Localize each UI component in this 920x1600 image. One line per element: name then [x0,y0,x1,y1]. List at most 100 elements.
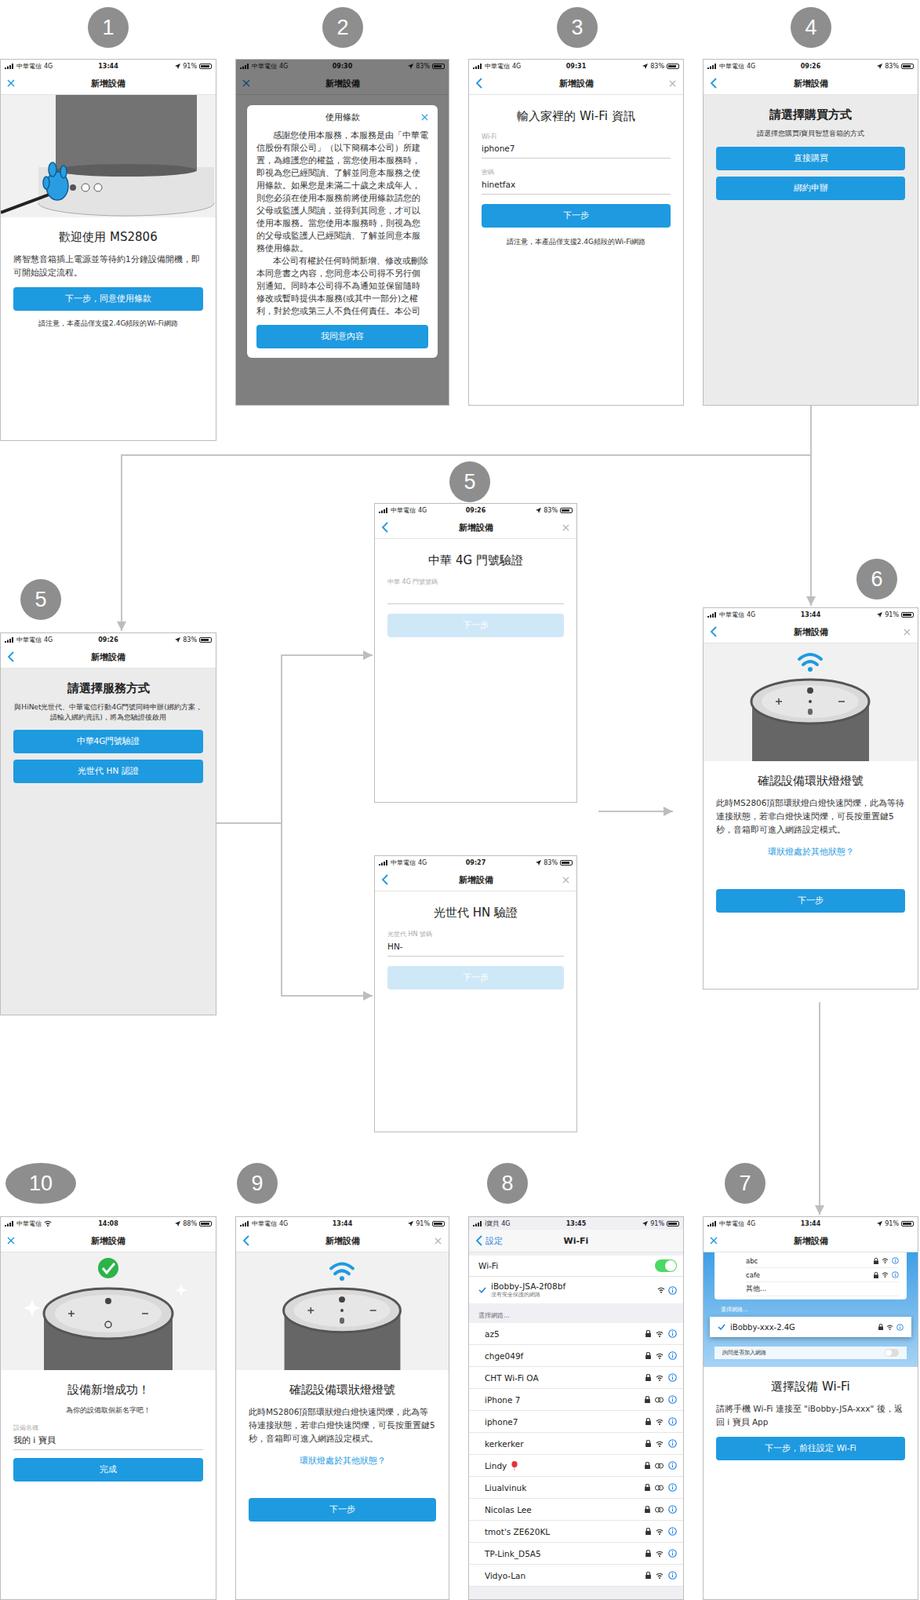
back-icon[interactable] [475,1234,484,1246]
text-field[interactable]: 中華 4G 門號號碼 [387,577,564,604]
back-icon[interactable] [7,650,15,662]
nav-title: 新增設備 [753,625,868,638]
info-icon[interactable] [668,1438,677,1448]
next-button[interactable]: 下一步 [387,965,564,990]
network-name: iBobby-xxx-2.4G [730,1322,874,1331]
ask-toggle[interactable] [884,1348,899,1357]
next-button[interactable]: 下一步 [387,613,564,637]
info-icon[interactable] [891,1256,899,1264]
network-label: 4G [43,636,53,644]
info-icon[interactable] [668,1285,677,1295]
wifi-icon [881,1257,889,1263]
network-name: TP-Link_D5A5 [484,1548,542,1558]
connected-network-row[interactable]: iBobby-JSA-2f08bf沒有安全保護的網路 [469,1276,684,1303]
network-row[interactable]: TP-Link_D5A5 [469,1541,684,1564]
next-button[interactable]: 下一步 [716,888,906,913]
phone-screen: 中華電信4G09:2683%新增設備請選擇購買方式請選擇您購買i寶貝智慧音箱的方… [702,58,919,406]
battery-percent: 91% [884,1219,899,1227]
next-button[interactable]: 下一步，前往設定 Wi-Fi [716,1436,906,1460]
network-row[interactable]: tmot's ZE620KL [469,1520,684,1542]
network-name: cafe [745,1270,874,1279]
info-icon[interactable] [668,1548,677,1557]
text-field[interactable]: Wi-Fiiphone7 [481,133,671,159]
option-button[interactable]: 綁約申辦 [716,176,906,200]
device-name-field[interactable]: 設備名稱我的 i 寶貝 [13,1422,204,1450]
info-icon[interactable] [668,1504,677,1513]
info-icon[interactable] [668,1328,677,1338]
back-icon[interactable] [242,1234,251,1246]
help-link[interactable]: 環狀燈處於其他狀態？ [716,846,906,858]
network-row[interactable]: kerkerker [469,1432,684,1455]
screen-description: 將智慧音箱插上電源並等待約1分鐘設備開機，即可開始設定流程。 [13,252,204,280]
wifi-toggle[interactable] [654,1258,677,1272]
primary-button[interactable]: 下一步，同意使用條款 [13,287,204,311]
network-row[interactable]: abc [745,1253,899,1268]
close-icon[interactable] [562,876,570,884]
battery-icon [901,1220,914,1226]
clock: 13:44 [800,1219,821,1227]
step-number-badge: 1 [87,7,129,48]
wifi-list-illustration: abccafe其他...選擇網路...iBobby-xxx-2.4G詢問是否加入… [703,1251,918,1367]
dim-overlay: 使用條款感謝您使用本服務，本服務是由「中華電信股份有限公司」（以下簡稱本公司）所… [236,59,449,405]
selected-network-row[interactable]: iBobby-xxx-2.4G [709,1316,912,1337]
network-row[interactable]: iphone7 [469,1410,684,1433]
close-icon[interactable] [903,628,911,636]
network-row[interactable]: az5 [469,1322,684,1345]
battery-icon [199,636,212,643]
info-icon[interactable] [668,1526,677,1535]
network-row[interactable]: Nicolas Lee [469,1498,684,1520]
back-icon[interactable] [709,625,718,637]
close-icon[interactable] [562,523,570,531]
carrier-label: 中華電信 [16,61,42,71]
network-row[interactable]: chge049f [469,1344,684,1367]
info-icon[interactable] [668,1570,677,1579]
close-icon[interactable] [421,113,429,121]
option-button[interactable]: 光世代 HN 認證 [13,759,204,783]
info-icon[interactable] [668,1460,677,1470]
close-icon[interactable] [7,79,15,88]
info-icon[interactable] [896,1323,904,1331]
back-icon[interactable] [475,77,484,89]
network-row[interactable]: Lindy [469,1454,684,1477]
network-row[interactable]: iPhone 7 [469,1388,684,1411]
option-button[interactable]: 直接購買 [716,146,906,171]
network-row[interactable]: cafe [745,1267,899,1282]
text-field[interactable]: 光世代 HN 號碼HN- [387,929,564,957]
info-icon[interactable] [891,1270,899,1278]
network-row[interactable]: Liualvinuk [469,1476,684,1499]
phone-screen: 中華電信4G09:3183%新增設備輸入家裡的 Wi-Fi 資訊Wi-Fiiph… [468,58,684,406]
network-row[interactable]: 其他... [745,1281,899,1296]
back-icon[interactable] [381,873,390,885]
nav-bar: 新增設備 [374,868,577,891]
back-icon[interactable] [381,521,390,533]
network-row[interactable]: CHT Wi-Fi OA [469,1366,684,1389]
info-icon[interactable] [668,1350,677,1360]
back-label[interactable]: 設定 [485,1234,503,1247]
info-icon[interactable] [668,1482,677,1491]
help-link[interactable]: 環狀燈處於其他狀態？ [248,1454,437,1466]
clock: 09:27 [465,858,486,866]
info-icon[interactable] [668,1372,677,1382]
next-button[interactable]: 下一步 [248,1497,437,1521]
location-icon [535,859,542,866]
done-button[interactable]: 完成 [13,1457,204,1481]
battery-icon [560,859,573,866]
network-row[interactable]: Vidyo-Lan [469,1563,684,1586]
close-icon[interactable] [434,1236,442,1244]
close-icon[interactable] [669,80,677,88]
agree-button[interactable]: 我同意內容 [256,324,429,349]
lock-icon [644,1483,651,1491]
battery-percent: 83% [182,636,197,644]
back-icon[interactable] [709,77,718,89]
network-label: 4G [418,506,427,514]
close-icon[interactable] [7,1236,15,1244]
terms-paragraph: 本公司有權於任何時間新增、修改或刪除本同意書之內容，您同意本公司得不另行個別通知… [256,254,429,317]
info-icon[interactable] [668,1416,677,1426]
option-button[interactable]: 中華4G門號驗證 [13,729,204,753]
info-icon[interactable] [668,1394,677,1404]
close-icon[interactable] [709,1236,718,1244]
text-field[interactable]: 密碼hinetfax [481,167,671,195]
next-button[interactable]: 下一步 [481,203,671,228]
signal-icon [378,859,389,866]
signal-icon [4,1220,15,1226]
